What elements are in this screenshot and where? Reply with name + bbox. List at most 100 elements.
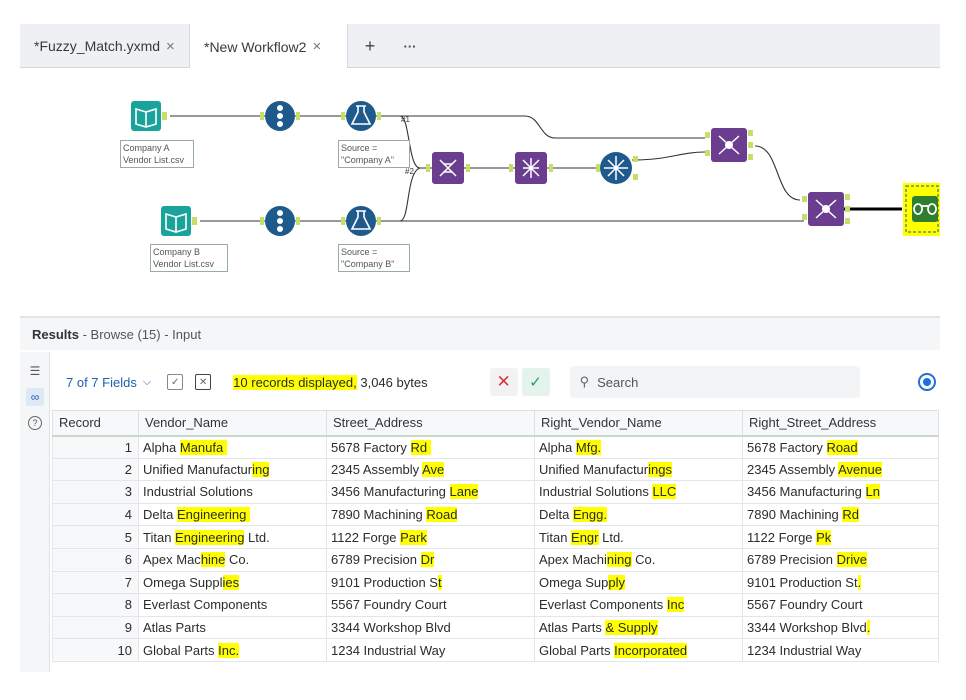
diff-highlight: Drive <box>836 552 867 568</box>
close-icon[interactable]: × <box>166 38 175 55</box>
vendor-name-cell: Titan Engineering Ltd. <box>138 525 327 549</box>
vendor-name-cell: Apex Machine Co. <box>138 547 327 572</box>
records-info: 10 records displayed, 3,046 bytes <box>233 374 428 390</box>
right-street-address-cell: 3456 Manufacturing Ln <box>742 480 939 504</box>
connection-tag: #2 <box>405 167 414 176</box>
output-anchor <box>162 112 167 120</box>
table-row[interactable]: 4 Delta Engineering 7890 Machining Road Del… <box>52 502 939 527</box>
vendor-name-cell: Alpha Manufa <box>138 435 327 459</box>
column-header-record[interactable]: Record <box>52 410 139 437</box>
cell-text: 1122 Forge <box>747 529 817 545</box>
diff-highlight: Ave <box>422 461 445 477</box>
radio-target-icon[interactable] <box>918 373 936 391</box>
diff-highlight: LLC <box>652 484 677 500</box>
help-icon[interactable]: ? <box>28 416 42 430</box>
vendor-name-cell: Delta Engineering <box>138 502 327 527</box>
right-street-address-cell: 5567 Foundry Court <box>742 593 939 617</box>
column-header-vendor-name[interactable]: Vendor_Name <box>138 410 327 437</box>
diff-highlight: Mfg. <box>575 439 602 455</box>
right-vendor-name-cell: Apex Machining Co. <box>534 547 743 572</box>
diff-highlight: Inc <box>666 597 685 613</box>
new-tab-button[interactable]: + <box>350 24 390 68</box>
search-input[interactable]: ⚲ Search <box>569 366 860 398</box>
diff-highlight: Incorporated <box>614 642 688 658</box>
right-street-address-cell: 1234 Industrial Way <box>742 638 939 662</box>
record-cell: 7 <box>52 570 139 595</box>
table-row[interactable]: 1 Alpha Manufa 5678 Factory Rd Alpha Mfg. 56… <box>52 435 939 459</box>
vendor-name-cell: Omega Supplies <box>138 570 327 595</box>
street-address-cell: 6789 Precision Dr <box>326 547 535 572</box>
right-street-address-cell: 7890 Machining Rd <box>742 502 939 527</box>
record-cell: 1 <box>52 435 139 459</box>
workflow-canvas[interactable]: #1 #2 Company A Vendor List.csv Company … <box>20 68 940 308</box>
cell-text: 9101 Production S <box>331 574 438 590</box>
close-icon[interactable]: × <box>312 38 321 55</box>
table-row[interactable]: 8 Everlast Components 5567 Foundry Court Ev… <box>52 593 939 617</box>
fields-selector[interactable]: 7 of 7 Fields ⌵ <box>66 375 151 390</box>
tab-new-workflow2[interactable]: *New Workflow2 × <box>190 24 348 69</box>
list-view-icon[interactable]: ☰ <box>26 362 44 380</box>
diff-highlight: Engineering <box>175 529 245 545</box>
close-box-icon[interactable]: ✕ <box>195 374 212 390</box>
make-group-tool <box>596 152 638 184</box>
record-cell: 10 <box>52 638 139 662</box>
cell-text: 5567 Foundry Court <box>747 597 863 613</box>
column-header-right-vendor-name[interactable]: Right_Vendor_Name <box>534 410 743 437</box>
diff-highlight: Road <box>826 439 858 455</box>
diff-highlight: ies <box>222 574 240 590</box>
cell-text: Apex Mac <box>143 552 201 568</box>
diff-highlight: Manufa <box>179 439 228 455</box>
table-row[interactable]: 9 Atlas Parts 3344 Workshop Blvd Atlas Part… <box>52 615 939 640</box>
workflow-diagram: #1 #2 <box>131 101 940 236</box>
table-row[interactable]: 5 Titan Engineering Ltd. 1122 Forge Park Ti… <box>52 525 939 549</box>
right-vendor-name-cell: Delta Engg. <box>534 502 743 527</box>
diff-highlight: Rd <box>842 507 860 523</box>
table-row[interactable]: 7 Omega Supplies 9101 Production St Omega S… <box>52 570 939 595</box>
search-placeholder: Search <box>597 374 639 390</box>
diff-highlight: ings <box>648 461 672 477</box>
apply-filter-button[interactable]: ✓ <box>521 368 550 396</box>
column-header-street-address[interactable]: Street_Address <box>326 410 535 437</box>
diff-highlight: Inc. <box>218 642 240 658</box>
diff-highlight: . <box>857 574 862 590</box>
diff-highlight: Park <box>400 529 427 545</box>
cell-text: Unified Manufactur <box>539 461 649 477</box>
right-vendor-name-cell: Omega Supply <box>534 570 743 595</box>
select-tool-b <box>260 206 300 236</box>
cell-text: 3456 Manufacturing <box>747 484 866 500</box>
formula-tool-a <box>341 101 381 131</box>
results-table: Record Vendor_Name Street_Address Right_… <box>52 410 939 662</box>
union-tool <box>426 152 470 184</box>
binoculars-view-icon[interactable]: ∞ <box>26 388 44 406</box>
cell-text: Apex Machi <box>539 552 607 568</box>
record-cell: 9 <box>52 615 139 640</box>
cell-text: 5567 Foundry Court <box>331 597 447 613</box>
right-vendor-name-cell: Unified Manufacturings <box>534 457 743 482</box>
diff-highlight: ning <box>606 552 632 568</box>
street-address-cell: 1122 Forge Park <box>326 525 535 549</box>
column-header-right-street-address[interactable]: Right_Street_Address <box>742 410 939 437</box>
table-row[interactable]: 2 Unified Manufacturing 2345 Assembly Ave U… <box>52 457 939 482</box>
cell-text: Alpha <box>539 439 576 455</box>
table-row[interactable]: 3 Industrial Solutions 3456 Manufacturing … <box>52 480 939 504</box>
right-street-address-cell: 3344 Workshop Blvd. <box>742 615 939 640</box>
table-row[interactable]: 6 Apex Machine Co. 6789 Precision Dr Apex M… <box>52 547 939 572</box>
results-side-rail: ☰ ∞ ? <box>20 352 50 672</box>
cell-text: Alpha <box>143 439 180 455</box>
cancel-filter-button[interactable]: ✕ <box>489 368 518 396</box>
record-cell: 6 <box>52 547 139 572</box>
connection-line <box>631 151 706 161</box>
input-data-tool-b <box>161 206 197 236</box>
fuzzy-match-tool <box>509 152 553 184</box>
edit-checkbox-icon[interactable]: ✓ <box>167 374 184 390</box>
more-tabs-button[interactable]: ··· <box>390 24 430 68</box>
input-b-label: Company B Vendor List.csv <box>150 244 228 272</box>
right-vendor-name-cell: Titan Engr Ltd. <box>534 525 743 549</box>
tab-fuzzy-match[interactable]: *Fuzzy_Match.yxmd × <box>20 24 190 68</box>
cell-text: 3344 Workshop Blvd <box>331 620 451 636</box>
results-title: Results <box>32 326 79 342</box>
browse-tool <box>903 183 940 236</box>
table-row[interactable]: 10 Global Parts Inc. 1234 Industrial Way Gl… <box>52 638 939 662</box>
cell-text: Co. <box>631 552 656 568</box>
cell-text: 6789 Precision <box>747 552 837 568</box>
